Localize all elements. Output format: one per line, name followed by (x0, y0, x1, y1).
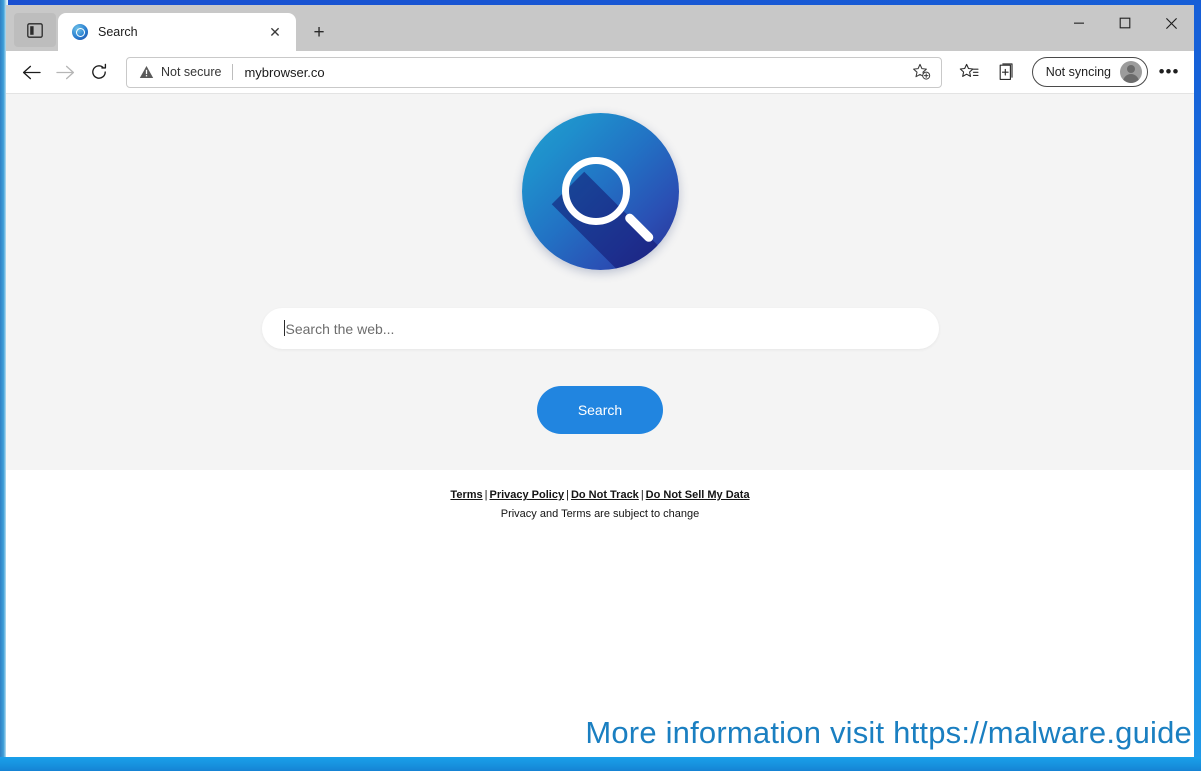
user-avatar-icon (1120, 61, 1142, 83)
page-footer: Terms | Privacy Policy | Do Not Track | Do Not… (6, 470, 1194, 520)
profile-sync-button[interactable]: Not syncing (1031, 57, 1148, 87)
footer-link-do-not-sell-my-data[interactable]: Do Not Sell My Data (646, 489, 750, 501)
browser-window: Search ✕ + Not secure mybrowser.co Not s… (6, 5, 1194, 757)
search-button[interactable]: Search (537, 386, 663, 434)
footer-separator: | (640, 489, 644, 501)
close-tab-icon[interactable]: ✕ (264, 21, 286, 43)
text-caret (283, 320, 285, 336)
search-globe-favicon (72, 24, 88, 40)
footer-links: Terms | Privacy Policy | Do Not Track | Do Not… (6, 487, 1194, 504)
browser-toolbar: Not secure mybrowser.co Not syncing ••• (6, 51, 1194, 94)
window-controls (1056, 5, 1194, 41)
footer-link-privacy-policy[interactable]: Privacy Policy (489, 489, 564, 501)
magnifier-lens-icon (561, 157, 630, 225)
tab-search-icon[interactable] (14, 13, 56, 47)
footer-separator: | (566, 489, 569, 501)
page-content: Search the web... Search Terms | Privacy P… (6, 94, 1194, 757)
hero-section: Search the web... Search (6, 94, 1194, 470)
forward-button (48, 55, 82, 89)
maximize-button[interactable] (1102, 5, 1148, 41)
back-button[interactable] (14, 55, 48, 89)
browser-tab[interactable]: Search ✕ (58, 13, 296, 51)
reload-button[interactable] (82, 55, 116, 89)
tab-strip: Search ✕ + (6, 5, 1194, 51)
minimize-button[interactable] (1056, 5, 1102, 41)
collections-icon[interactable] (990, 55, 1024, 89)
footer-link-do-not-track[interactable]: Do Not Track (571, 489, 639, 501)
footer-link-terms[interactable]: Terms (450, 489, 482, 501)
url-text[interactable]: mybrowser.co (244, 65, 906, 80)
security-status-label: Not secure (161, 65, 222, 79)
footer-note: Privacy and Terms are subject to change (500, 507, 700, 520)
settings-and-more-button[interactable]: ••• (1152, 55, 1186, 89)
new-tab-button[interactable]: + (304, 17, 334, 47)
add-favorite-star-icon[interactable] (907, 58, 937, 86)
tab-title: Search (98, 25, 138, 39)
search-input-placeholder: Search the web... (285, 320, 395, 337)
warning-triangle-icon[interactable] (139, 65, 154, 79)
omnibox-divider (232, 64, 234, 80)
address-bar[interactable]: Not secure mybrowser.co (126, 56, 942, 88)
search-magnifier-logo (521, 113, 679, 270)
profile-status-label: Not syncing (1045, 65, 1111, 79)
desktop-bottom-edge (0, 757, 1201, 771)
close-window-button[interactable] (1148, 5, 1194, 41)
desktop-background: Search ✕ + Not secure mybrowser.co Not s… (0, 0, 1201, 771)
search-input[interactable]: Search the web... (261, 308, 939, 349)
watermark-text: More information visit https://malware.g… (585, 715, 1192, 750)
favorites-list-icon[interactable] (952, 55, 986, 89)
